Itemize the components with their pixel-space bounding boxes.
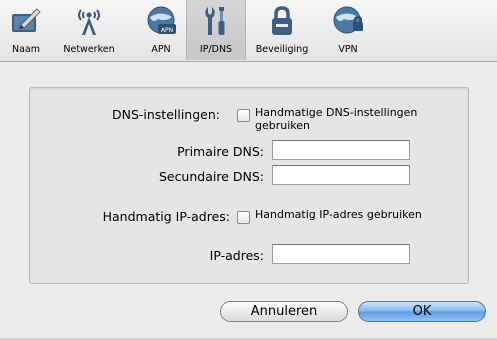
tab-naam-label: Naam (11, 44, 40, 55)
primary-dns-field[interactable] (272, 140, 410, 160)
manual-dns-checkbox[interactable] (237, 109, 250, 122)
vpn-globe-icon (333, 6, 363, 34)
tab-netwerken[interactable]: Netwerken (58, 0, 120, 60)
tools-icon (205, 7, 225, 35)
tab-netwerken-label: Netwerken (63, 44, 115, 55)
lock-icon (272, 6, 292, 35)
ip-address-label: IP-adres: (209, 248, 264, 263)
manual-dns-checkbox-label[interactable]: Handmatige DNS-instellingen (255, 106, 417, 119)
tab-apn-label: APN (151, 44, 171, 55)
manual-dns-checkbox-label-2[interactable]: gebruiken (255, 119, 310, 132)
cancel-button[interactable]: Annuleren (220, 301, 348, 322)
tab-ip-dns-label: IP/DNS (199, 44, 233, 55)
tab-ip-dns[interactable]: IP/DNS (186, 0, 246, 60)
manual-ip-label: Handmatig IP-adres: (102, 209, 230, 224)
antenna-icon (78, 9, 100, 35)
apn-globe-icon: APN (147, 6, 176, 34)
pen-card-icon (12, 8, 41, 32)
toolbar: Naam Netwerken APN APN IP/DNS Beveiligin… (0, 0, 497, 62)
tab-naam[interactable]: Naam (4, 0, 48, 60)
svg-text:APN: APN (161, 27, 173, 34)
secondary-dns-field[interactable] (272, 165, 410, 185)
ok-button[interactable]: OK (358, 301, 486, 322)
tab-apn[interactable]: APN APN (139, 0, 183, 60)
manual-ip-checkbox[interactable] (237, 211, 250, 224)
tab-vpn[interactable]: VPN (326, 0, 370, 60)
dialog-window: Naam Netwerken APN APN IP/DNS Beveiligin… (0, 0, 497, 340)
manual-ip-checkbox-label[interactable]: Handmatig IP-adres gebruiken (255, 208, 422, 221)
ip-address-field[interactable] (272, 244, 410, 264)
tab-beveiliging[interactable]: Beveiliging (248, 0, 316, 60)
tab-vpn-label: VPN (338, 44, 358, 55)
primary-dns-label: Primaire DNS: (177, 144, 264, 159)
dns-settings-label: DNS-instellingen: (111, 107, 220, 122)
secondary-dns-label: Secundaire DNS: (158, 169, 264, 184)
tab-beveiliging-label: Beveiliging (255, 44, 309, 55)
